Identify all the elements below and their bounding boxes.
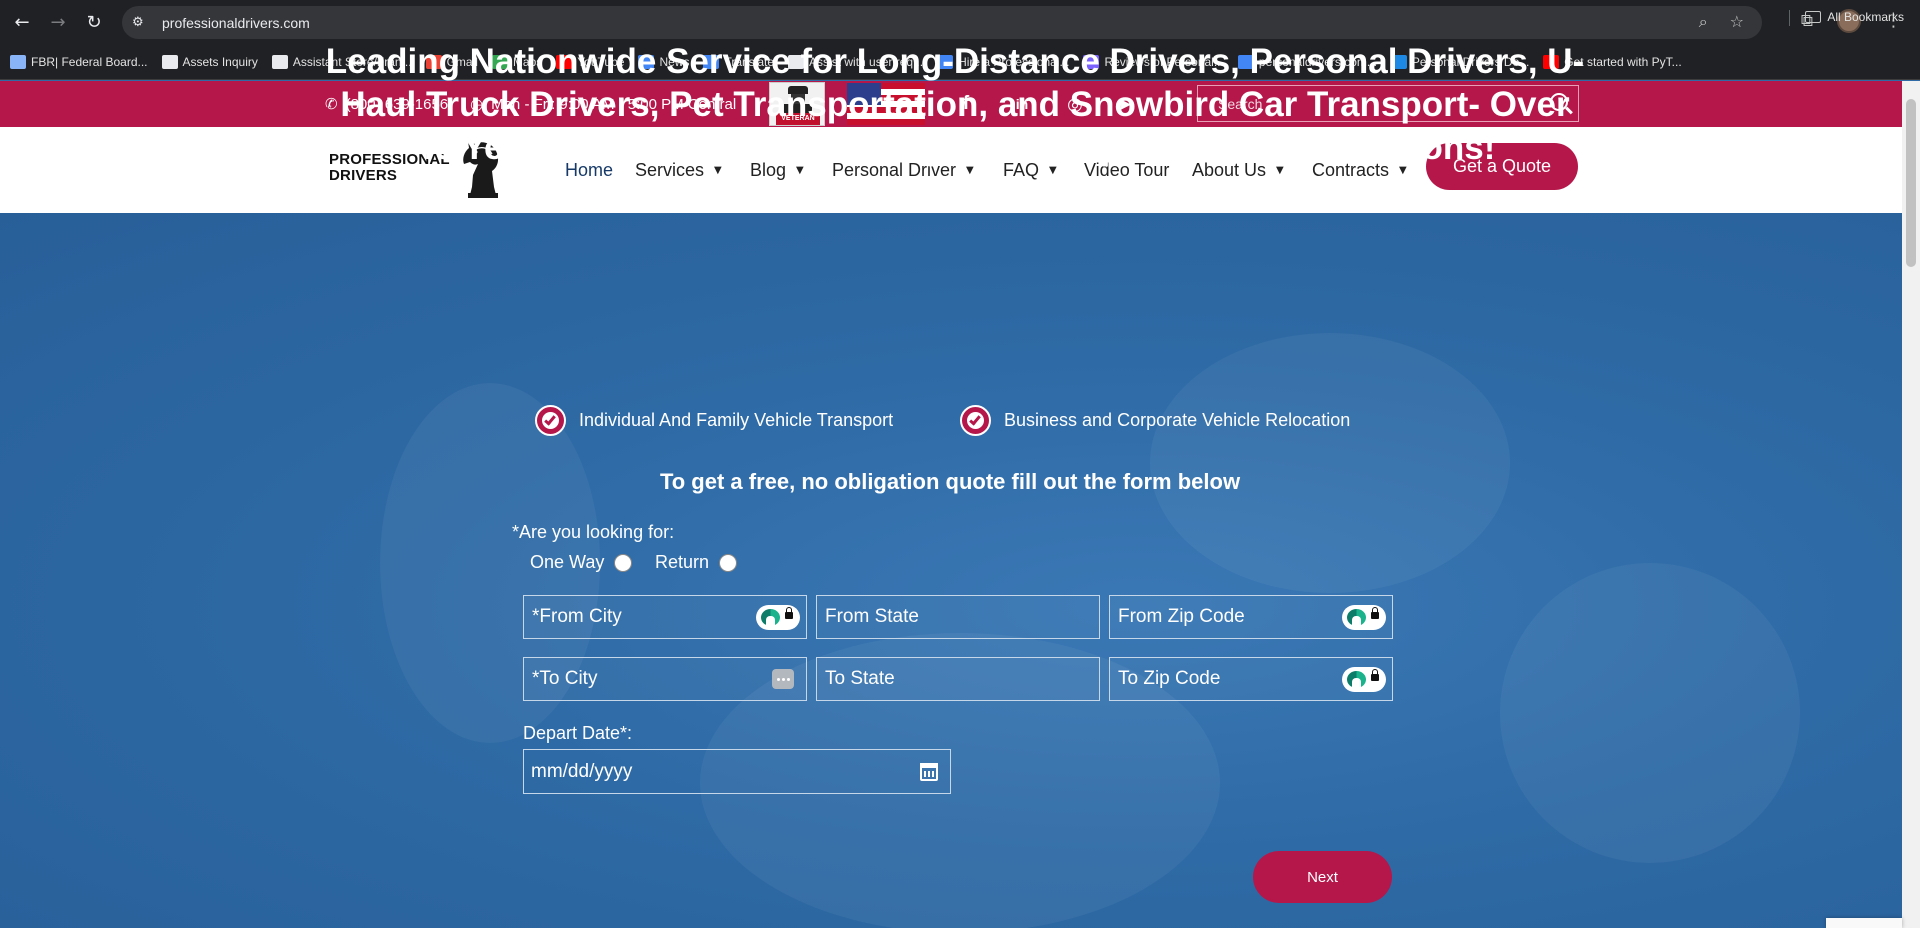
all-bookmarks-label: All Bookmarks — [1827, 10, 1904, 24]
bookmark-label: FBR| Federal Board... — [31, 55, 148, 69]
to-city-placeholder: *To City — [532, 668, 598, 689]
to-zip-field[interactable]: To Zip Code — [1109, 657, 1393, 701]
bookmark-item[interactable]: Assets Inquiry — [161, 55, 258, 69]
url-text[interactable]: professionaldrivers.com — [162, 15, 310, 31]
site-info-icon[interactable]: ⚙ — [132, 15, 154, 30]
bookmark-favicon-icon — [161, 55, 178, 69]
bookmark-item[interactable]: FBR| Federal Board... — [10, 55, 148, 69]
logo-line-2: DRIVERS — [329, 167, 398, 184]
trip-type-question: *Are you looking for: — [512, 522, 675, 542]
one-way-option[interactable]: One Way — [530, 552, 633, 573]
password-manager-icon[interactable] — [756, 605, 800, 630]
from-city-placeholder: *From City — [532, 606, 622, 627]
depart-date-input[interactable]: mm/dd/yyyy — [523, 749, 951, 794]
bookmark-favicon-icon — [271, 55, 288, 69]
bookmarks-separator — [1789, 10, 1790, 26]
scrollbar-thumb[interactable] — [1906, 99, 1916, 267]
bookmark-favicon-icon — [10, 55, 26, 69]
feature-individual: Individual And Family Vehicle Transport — [535, 405, 893, 436]
feature-label: Business and Corporate Vehicle Relocatio… — [1004, 410, 1351, 430]
to-zip-placeholder: To Zip Code — [1118, 668, 1221, 689]
from-state-field[interactable]: From State — [816, 595, 1100, 639]
feature-label: Individual And Family Vehicle Transport — [579, 410, 894, 430]
hero-section — [0, 213, 1902, 928]
next-button[interactable]: Next — [1253, 851, 1392, 903]
hero-title: Leading Nationwide Service for Long-Dist… — [325, 42, 1585, 167]
from-zip-field[interactable]: From Zip Code — [1109, 595, 1393, 639]
autofill-dots-icon[interactable] — [772, 669, 794, 689]
address-bar[interactable]: ⚙ professionaldrivers.com ⌕ ☆ — [122, 6, 1762, 39]
from-zip-placeholder: From Zip Code — [1118, 606, 1245, 627]
one-way-radio[interactable] — [614, 554, 633, 573]
page-scrollbar[interactable] — [1902, 81, 1920, 928]
depart-date-label: Depart Date*: — [523, 723, 633, 743]
to-city-field[interactable]: *To City — [523, 657, 807, 701]
check-circle-icon — [535, 405, 566, 436]
to-state-placeholder: To State — [825, 668, 895, 689]
back-icon[interactable]: ← — [8, 9, 36, 37]
return-option[interactable]: Return — [655, 552, 738, 573]
all-bookmarks-button[interactable]: All Bookmarks — [1805, 10, 1904, 24]
bookmark-label: Assets Inquiry — [182, 55, 258, 69]
zoom-icon[interactable]: ⌕ — [1699, 12, 1708, 32]
date-placeholder: mm/dd/yyyy — [531, 760, 633, 782]
from-city-field[interactable]: *From City — [523, 595, 807, 639]
return-label: Return — [655, 552, 710, 572]
calendar-icon[interactable] — [920, 763, 938, 781]
return-radio[interactable] — [719, 554, 738, 573]
to-state-field[interactable]: To State — [816, 657, 1100, 701]
password-manager-icon[interactable] — [1342, 605, 1386, 630]
check-circle-icon — [960, 405, 991, 436]
password-manager-icon[interactable] — [1342, 667, 1386, 692]
folder-icon — [1805, 11, 1822, 23]
browser-toolbar: ← → ↻ ⚙ professionaldrivers.com ⌕ ☆ ⧉ ⋮ — [0, 0, 1920, 45]
recaptcha-widget — [1826, 918, 1902, 928]
form-intro-text: To get a free, no obligation quote fill … — [659, 469, 1241, 494]
reload-icon[interactable]: ↻ — [80, 9, 108, 37]
one-way-label: One Way — [530, 552, 605, 572]
bookmark-star-icon[interactable]: ☆ — [1730, 12, 1744, 32]
from-state-placeholder: From State — [825, 606, 919, 627]
feature-business: Business and Corporate Vehicle Relocatio… — [960, 405, 1350, 436]
forward-icon[interactable]: → — [44, 9, 72, 37]
